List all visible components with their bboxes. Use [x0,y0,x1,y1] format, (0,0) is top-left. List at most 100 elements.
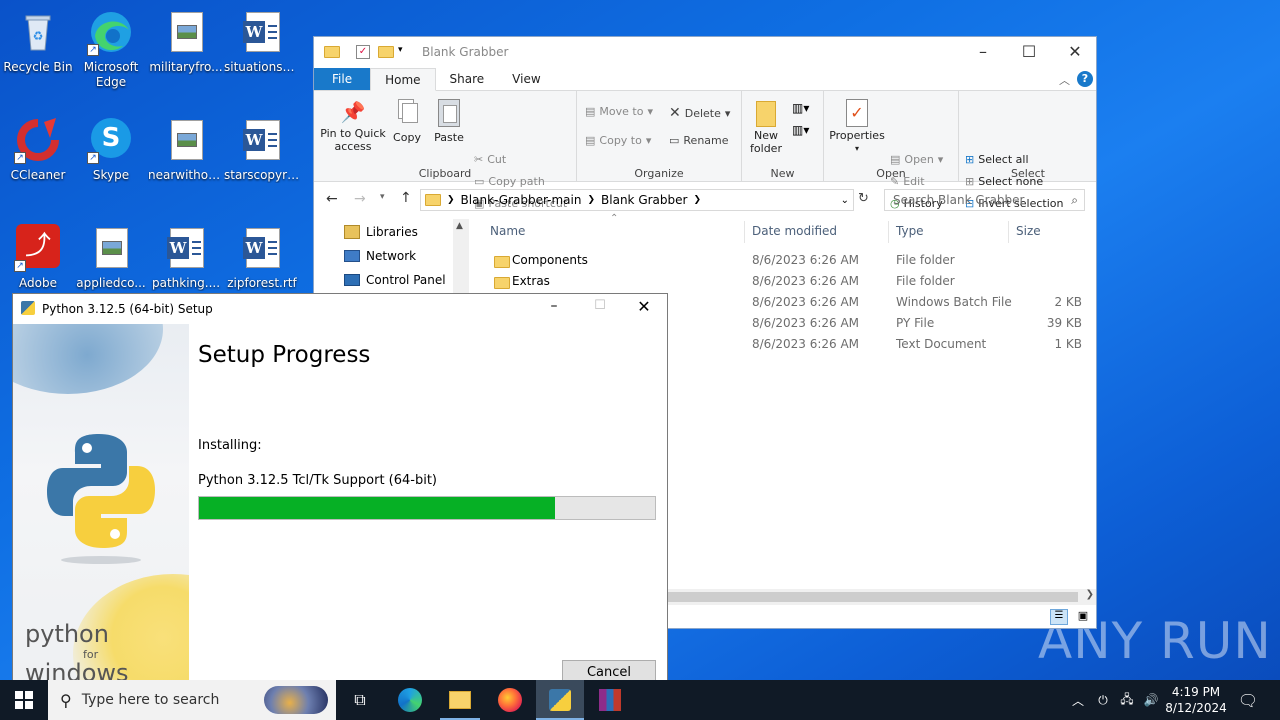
delete-button[interactable]: ✕ Delete ▾ [669,105,730,121]
nav-item-libraries[interactable]: Libraries [344,221,418,243]
forward-arrow-icon[interactable]: → [354,191,366,207]
scroll-up-icon[interactable]: ▲ [456,221,463,231]
new-folder-button[interactable]: New folder [746,97,786,155]
taskbar-winrar-button[interactable] [586,680,634,720]
setup-titlebar[interactable]: Python 3.12.5 (64-bit) Setup – ☐ ✕ [13,294,667,324]
recent-locations-icon[interactable]: ▾ [380,192,385,202]
pin-icon: 📌 [340,100,366,124]
select-all-button[interactable]: ⊞ Select all [965,153,1029,166]
image-file-icon[interactable]: militaryfro... [148,8,224,98]
word-file-icon[interactable]: W starscopyri... [224,116,300,206]
minimize-button[interactable]: – [531,298,577,314]
address-dropdown-icon[interactable]: ⌄ [841,195,849,206]
close-button[interactable]: ✕ [621,297,667,316]
task-view-icon: ⧉ [354,690,366,709]
file-row[interactable]: Components 8/6/2023 6:26 AM File folder [490,250,1086,271]
taskbar-explorer-button[interactable] [436,680,484,720]
copy-to-button[interactable]: ▤ Copy to ▾ [585,134,651,147]
breadcrumb-separator-icon: ❯ [693,195,702,205]
move-to-button[interactable]: ▤ Move to ▾ [585,105,653,118]
desktop-icon-label: pathking.... [151,276,221,290]
start-button[interactable] [0,680,48,720]
help-icon[interactable]: ? [1077,71,1093,87]
new-folder-quick-icon[interactable] [378,46,394,58]
organize-group: ▤ Move to ▾ ▤ Copy to ▾ ✕ Delete ▾ ▭ Rename Org… [577,91,742,182]
maximize-button: ☐ [594,298,606,313]
tab-file[interactable]: File [314,68,371,90]
breadcrumb-item[interactable]: Blank Grabber [601,193,687,207]
decorative-blob-blue [13,324,163,394]
breadcrumb-item[interactable]: Blank-Grabber-main [461,193,582,207]
column-header-name[interactable]: Name [490,224,525,238]
desktop-icon-label: zipforest.rtf [227,276,297,290]
properties-button[interactable]: ✓ Properties ▾ [828,97,886,155]
show-hidden-icons-button[interactable]: ︿ [1066,680,1090,720]
image-file-icon[interactable]: nearwithou... [148,116,224,206]
refresh-icon[interactable]: ↻ [858,191,869,206]
taskbar-python-setup-button[interactable] [536,680,584,720]
search-input[interactable]: Search Blank Grabber ⌕ [884,189,1085,211]
ccleaner-icon[interactable]: ↗ CCleaner [0,116,76,206]
pin-quick-access-button[interactable]: 📌 Pin to Quick access [318,97,388,153]
properties-icon: ✓ [828,97,886,129]
column-header-size[interactable]: Size [1016,224,1041,238]
tab-share[interactable]: Share [436,68,499,90]
python-setup-icon [21,301,35,315]
close-button[interactable]: ✕ [1052,37,1098,67]
taskbar-search-input[interactable]: ⚲ Type here to search [48,680,336,720]
svg-text:♻: ♻ [33,29,44,43]
tab-home[interactable]: Home [370,68,436,91]
copy-button[interactable]: Copy [388,97,426,144]
rename-button[interactable]: ▭ Rename [669,134,729,147]
network-tray-icon[interactable]: 🖧 [1116,680,1138,720]
search-icon: ⌕ [1071,193,1078,207]
nav-item-network[interactable]: Network [344,245,416,267]
properties-quick-icon[interactable]: ✓ [356,45,370,59]
file-row[interactable]: Extras 8/6/2023 6:26 AM File folder [490,271,1086,292]
shortcut-arrow-icon: ↗ [14,152,26,164]
desktop-icon-label: nearwithou... [148,168,224,182]
tab-view[interactable]: View [498,68,554,90]
control-panel-icon [344,274,360,286]
open-button[interactable]: ▤ Open ▾ [890,153,943,166]
network-icon [344,250,360,262]
column-divider [744,221,745,243]
minimize-button[interactable]: – [960,37,1006,67]
desktop-icon-label: starscopyri... [224,168,300,182]
maximize-button[interactable]: ☐ [1006,37,1052,67]
desktop-icon-label: appliedco... [76,276,146,290]
details-view-icon[interactable]: ☰ [1050,609,1068,625]
word-file-icon[interactable]: W situationsh... [224,8,300,98]
recycle-bin-icon[interactable]: ♻ Recycle Bin [0,8,76,98]
skype-icon[interactable]: S ↗ Skype [73,116,149,206]
cut-button[interactable]: ✂ Cut [474,153,506,166]
action-center-button[interactable]: 🗨 [1232,680,1264,720]
new-folder-icon [746,97,786,129]
explorer-titlebar[interactable]: ✓ ▾ Blank Grabber – ☐ ✕ [314,37,1096,69]
quick-access-dropdown-icon[interactable]: ▾ [398,45,403,55]
volume-icon[interactable]: 🔊 [1140,680,1162,720]
paste-button[interactable]: Paste [430,97,468,144]
edge-icon[interactable]: ↗ Microsoft Edge [73,8,149,98]
horizontal-scrollbar[interactable]: ❯ [654,589,1096,605]
tray-usb-icon[interactable]: ⏻ [1092,680,1114,720]
scroll-right-icon[interactable]: ❯ [1086,589,1094,600]
column-header-type[interactable]: Type [896,224,924,238]
back-arrow-icon[interactable]: ← [326,191,338,207]
column-header-date[interactable]: Date modified [752,224,837,238]
python-brand-text: python for windows [25,620,129,687]
new-item-icon[interactable]: ▥▾ [792,101,809,115]
large-icons-view-icon[interactable]: ▣ [1074,609,1092,625]
taskbar-edge-button[interactable] [386,680,434,720]
up-arrow-icon[interactable]: ↑ [400,190,412,206]
collapse-ribbon-icon[interactable]: ︿ [1059,72,1070,88]
python-setup-dialog[interactable]: Python 3.12.5 (64-bit) Setup – ☐ ✕ pytho… [12,293,668,693]
address-bar[interactable]: ❯ Blank-Grabber-main ❯ Blank Grabber ❯ ⌄ [420,189,854,211]
clock[interactable]: 4:19 PM 8/12/2024 [1164,680,1228,720]
nav-scrollbar[interactable]: ▲ [453,219,469,299]
task-view-button[interactable]: ⧉ [336,680,384,720]
nav-item-control-panel[interactable]: Control Panel [344,269,446,291]
easy-access-icon[interactable]: ▥▾ [792,123,809,137]
taskbar-firefox-button[interactable] [486,680,534,720]
scrollbar-thumb[interactable] [654,592,1078,602]
